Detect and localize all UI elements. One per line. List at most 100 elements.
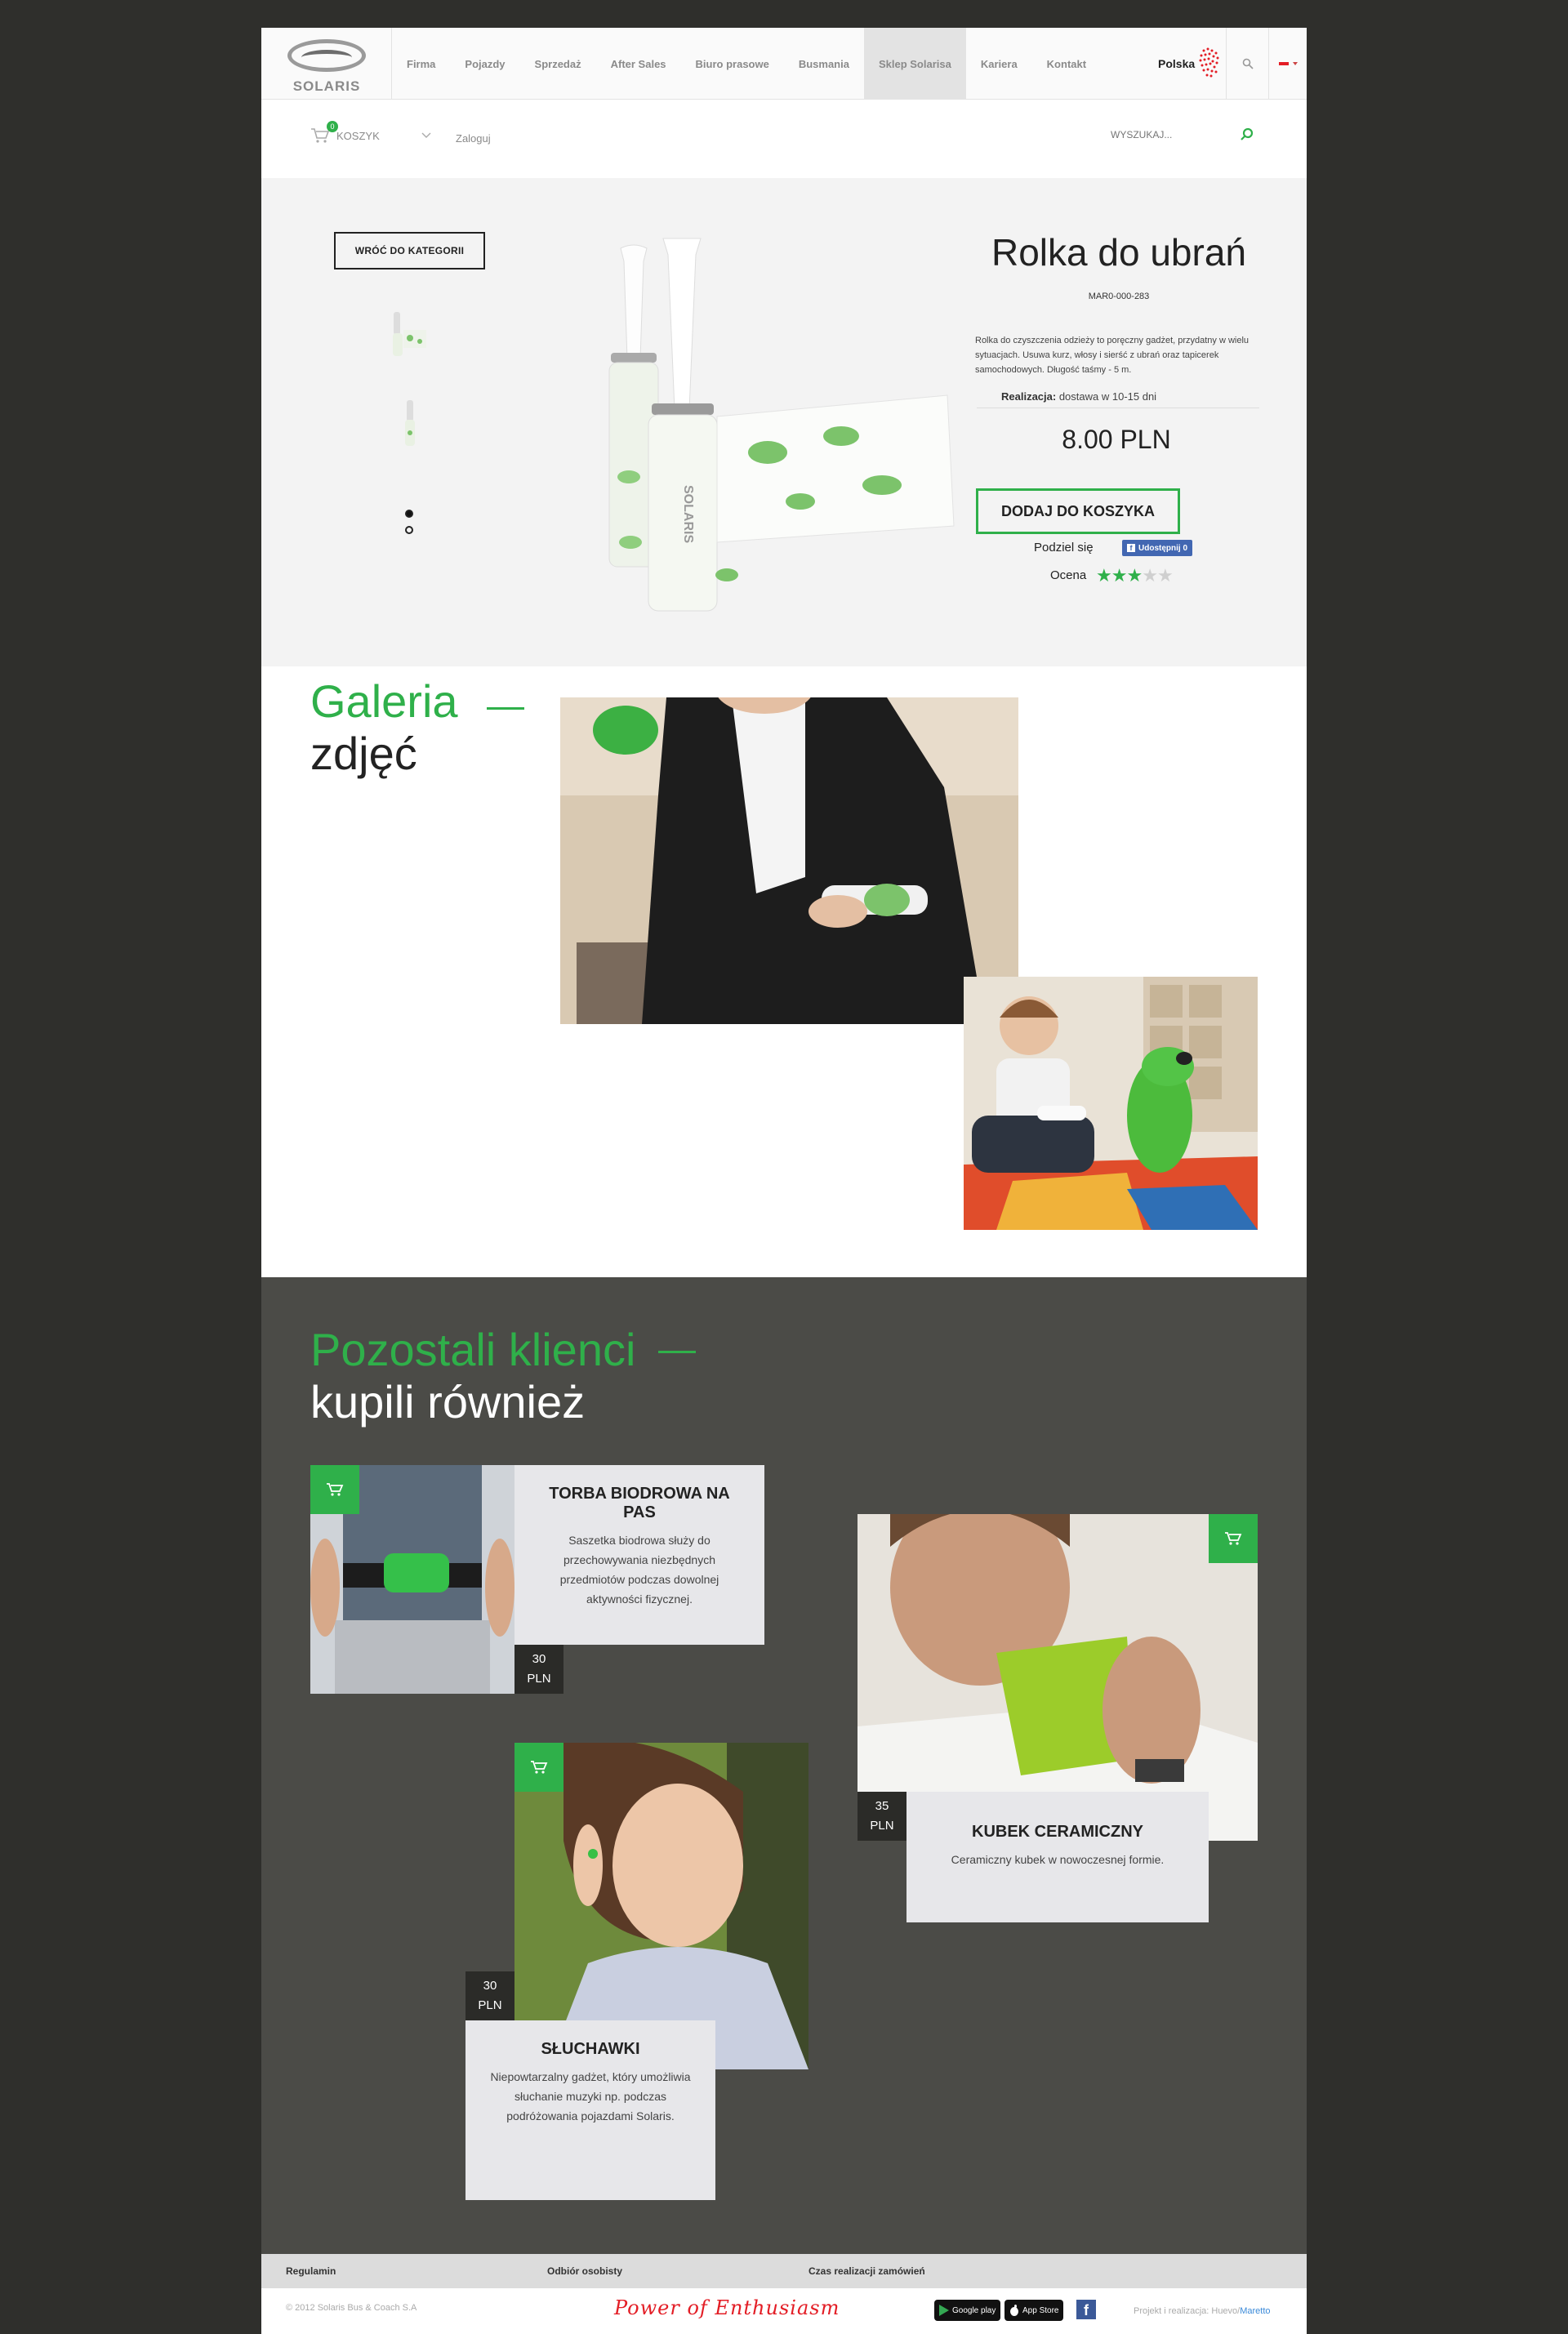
gallery-image-child-with-toy[interactable] xyxy=(964,977,1258,1230)
solaris-logo-mark xyxy=(287,39,366,72)
cart-label: KOSZYK xyxy=(336,129,380,142)
gallery-title-line-1: Galeria xyxy=(310,675,458,727)
google-play-label: Google play xyxy=(952,2305,996,2315)
poland-map-icon xyxy=(1199,47,1219,78)
add-to-cart-button[interactable]: DODAJ DO KOSZYKA xyxy=(976,488,1180,534)
nav-item-pojazdy[interactable]: Pojazdy xyxy=(450,28,519,100)
facebook-icon[interactable]: f xyxy=(1076,2300,1096,2319)
product-title: Rolka do ubrań xyxy=(991,231,1246,274)
cart-icon xyxy=(327,1483,344,1496)
cart-link[interactable]: 0 KOSZYK xyxy=(310,121,380,144)
app-store-badge[interactable]: App Store xyxy=(1004,2300,1064,2321)
also-bought-title-line-1: Pozostali klienci xyxy=(310,1324,636,1375)
footer-link-odbior-osobisty[interactable]: Odbiór osobisty xyxy=(547,2265,622,2277)
main-nav: Firma Pojazdy Sprzedaż After Sales Biuro… xyxy=(392,28,1101,100)
search-submit-icon[interactable] xyxy=(1240,127,1254,142)
facebook-share-button[interactable]: f Udostępnij 0 xyxy=(1122,540,1193,556)
product-card-waist-bag[interactable]: TORBA BIODROWA NA PAS Saszetka biodrowa … xyxy=(514,1465,764,1645)
nav-item-sprzedaz[interactable]: Sprzedaż xyxy=(520,28,596,100)
price-amount: 35 xyxy=(875,1799,889,1813)
product-card-price: 30 PLN xyxy=(514,1645,564,1694)
slider-dot-2[interactable] xyxy=(405,526,413,534)
chevron-down-icon[interactable] xyxy=(421,132,431,139)
nav-item-after-sales[interactable]: After Sales xyxy=(596,28,681,100)
star-empty-icon[interactable]: ★ xyxy=(1157,565,1174,586)
product-card-name: SŁUCHAWKI xyxy=(541,2040,640,2058)
price-currency: PLN xyxy=(870,1819,894,1833)
nav-item-firma[interactable]: Firma xyxy=(392,28,450,100)
header-search-button[interactable] xyxy=(1227,28,1269,100)
google-play-icon xyxy=(939,2305,949,2316)
star-filled-icon[interactable]: ★ xyxy=(1126,565,1143,586)
country-label: Polska xyxy=(1158,57,1196,70)
product-section: WRÓĆ DO KATEGORII SOLARIS Rolka do ubrań… xyxy=(261,178,1307,666)
product-sku: MAR0-000-283 xyxy=(1088,292,1150,301)
shop-subbar: 0 KOSZYK Zaloguj xyxy=(261,100,1307,178)
nav-item-biuro-prasowe[interactable]: Biuro prasowe xyxy=(681,28,784,100)
price-currency: PLN xyxy=(527,1672,551,1686)
star-empty-icon[interactable]: ★ xyxy=(1142,565,1158,586)
share-button-label: Udostępnij 0 xyxy=(1138,543,1188,553)
solaris-logo[interactable]: SOLARIS xyxy=(261,28,392,100)
star-filled-icon[interactable]: ★ xyxy=(1096,565,1112,586)
product-card-description: Niepowtarzalny gadżet, który umożliwia s… xyxy=(490,2070,691,2122)
product-thumbnail-2[interactable] xyxy=(385,397,434,454)
search-icon xyxy=(1242,58,1254,69)
slogan: Power of Enthusiasm xyxy=(614,2296,840,2319)
add-to-cart-ceramic-mug-button[interactable] xyxy=(1209,1514,1258,1563)
add-to-cart-headphones-button[interactable] xyxy=(514,1743,564,1792)
apple-icon xyxy=(1010,2305,1018,2316)
also-bought-title-line-2: kupili również xyxy=(310,1376,586,1428)
copyright: © 2012 Solaris Bus & Coach S.A xyxy=(286,2303,417,2313)
product-description: Rolka do czyszczenia odzieży to poręczny… xyxy=(975,336,1250,375)
rating-stars[interactable]: ★★★★★ xyxy=(1096,565,1174,586)
back-to-category-button[interactable]: WRÓĆ DO KATEGORII xyxy=(334,232,485,269)
polish-flag-icon xyxy=(1278,62,1289,65)
credit: Projekt i realizacja: Huevo/Maretto xyxy=(1134,2306,1271,2316)
footer-link-regulamin[interactable]: Regulamin xyxy=(286,2265,336,2277)
share-label: Podziel się xyxy=(1034,541,1094,555)
product-card-headphones[interactable]: SŁUCHAWKI Niepowtarzalny gadżet, który u… xyxy=(466,2020,715,2200)
nav-item-kontakt[interactable]: Kontakt xyxy=(1032,28,1101,100)
search-input[interactable] xyxy=(1111,124,1225,145)
footer-link-czas-realizacji[interactable]: Czas realizacji zamówień xyxy=(808,2265,925,2277)
slider-dot-1[interactable] xyxy=(405,510,413,518)
price-amount: 30 xyxy=(532,1652,546,1666)
also-bought-title-dash xyxy=(658,1351,696,1353)
price-currency: PLN xyxy=(478,1998,502,2012)
gallery-title-dash xyxy=(487,707,524,710)
nav-item-kariera[interactable]: Kariera xyxy=(966,28,1032,100)
price-amount: 30 xyxy=(483,1979,497,1993)
product-price: 8.00 PLN xyxy=(1062,425,1171,454)
add-to-cart-waist-bag-button[interactable] xyxy=(310,1465,359,1514)
credit-link[interactable]: Maretto xyxy=(1240,2306,1270,2316)
credit-prefix: Projekt i realizacja: Huevo/ xyxy=(1134,2306,1241,2316)
product-thumbnail-1[interactable] xyxy=(385,305,434,363)
gallery-image-woman-with-roller[interactable] xyxy=(560,697,1018,1024)
svg-text:SOLARIS: SOLARIS xyxy=(681,485,695,543)
rating-label: Ocena xyxy=(1050,568,1087,582)
product-realization: Realizacja: dostawa w 10-15 dni xyxy=(977,390,1259,408)
login-link[interactable]: Zaloguj xyxy=(456,132,491,145)
product-main-image: SOLARIS xyxy=(588,232,964,616)
gallery-title-line-2: zdjęć xyxy=(310,728,417,779)
product-card-name: KUBEK CERAMICZNY xyxy=(972,1823,1143,1841)
star-filled-icon[interactable]: ★ xyxy=(1111,565,1128,586)
facebook-icon: f xyxy=(1127,544,1135,552)
app-store-label: App Store xyxy=(1022,2305,1059,2315)
language-selector[interactable] xyxy=(1269,28,1307,100)
cart-icon xyxy=(531,1761,548,1774)
nav-item-busmania[interactable]: Busmania xyxy=(784,28,864,100)
nav-item-sklep-solarisa[interactable]: Sklep Solarisa xyxy=(863,28,966,100)
cart-count-badge: 0 xyxy=(327,121,338,132)
also-bought-section: Pozostali klienci kupili również TORBA B… xyxy=(261,1277,1307,2254)
google-play-badge[interactable]: Google play xyxy=(934,2300,1001,2321)
product-card-ceramic-mug[interactable]: KUBEK CERAMICZNY Ceramiczny kubek w nowo… xyxy=(906,1792,1209,1922)
top-navigation-bar: SOLARIS Firma Pojazdy Sprzedaż After Sal… xyxy=(261,28,1307,100)
country-selector[interactable]: Polska xyxy=(1119,28,1227,100)
product-card-name: TORBA BIODROWA NA PAS xyxy=(549,1485,730,1521)
product-card-price: 30 PLN xyxy=(466,1971,514,2020)
caret-down-icon xyxy=(1292,62,1298,65)
footer-bottom: © 2012 Solaris Bus & Coach S.A Power of … xyxy=(261,2288,1307,2334)
realization-value: dostawa w 10-15 dni xyxy=(1058,390,1157,403)
